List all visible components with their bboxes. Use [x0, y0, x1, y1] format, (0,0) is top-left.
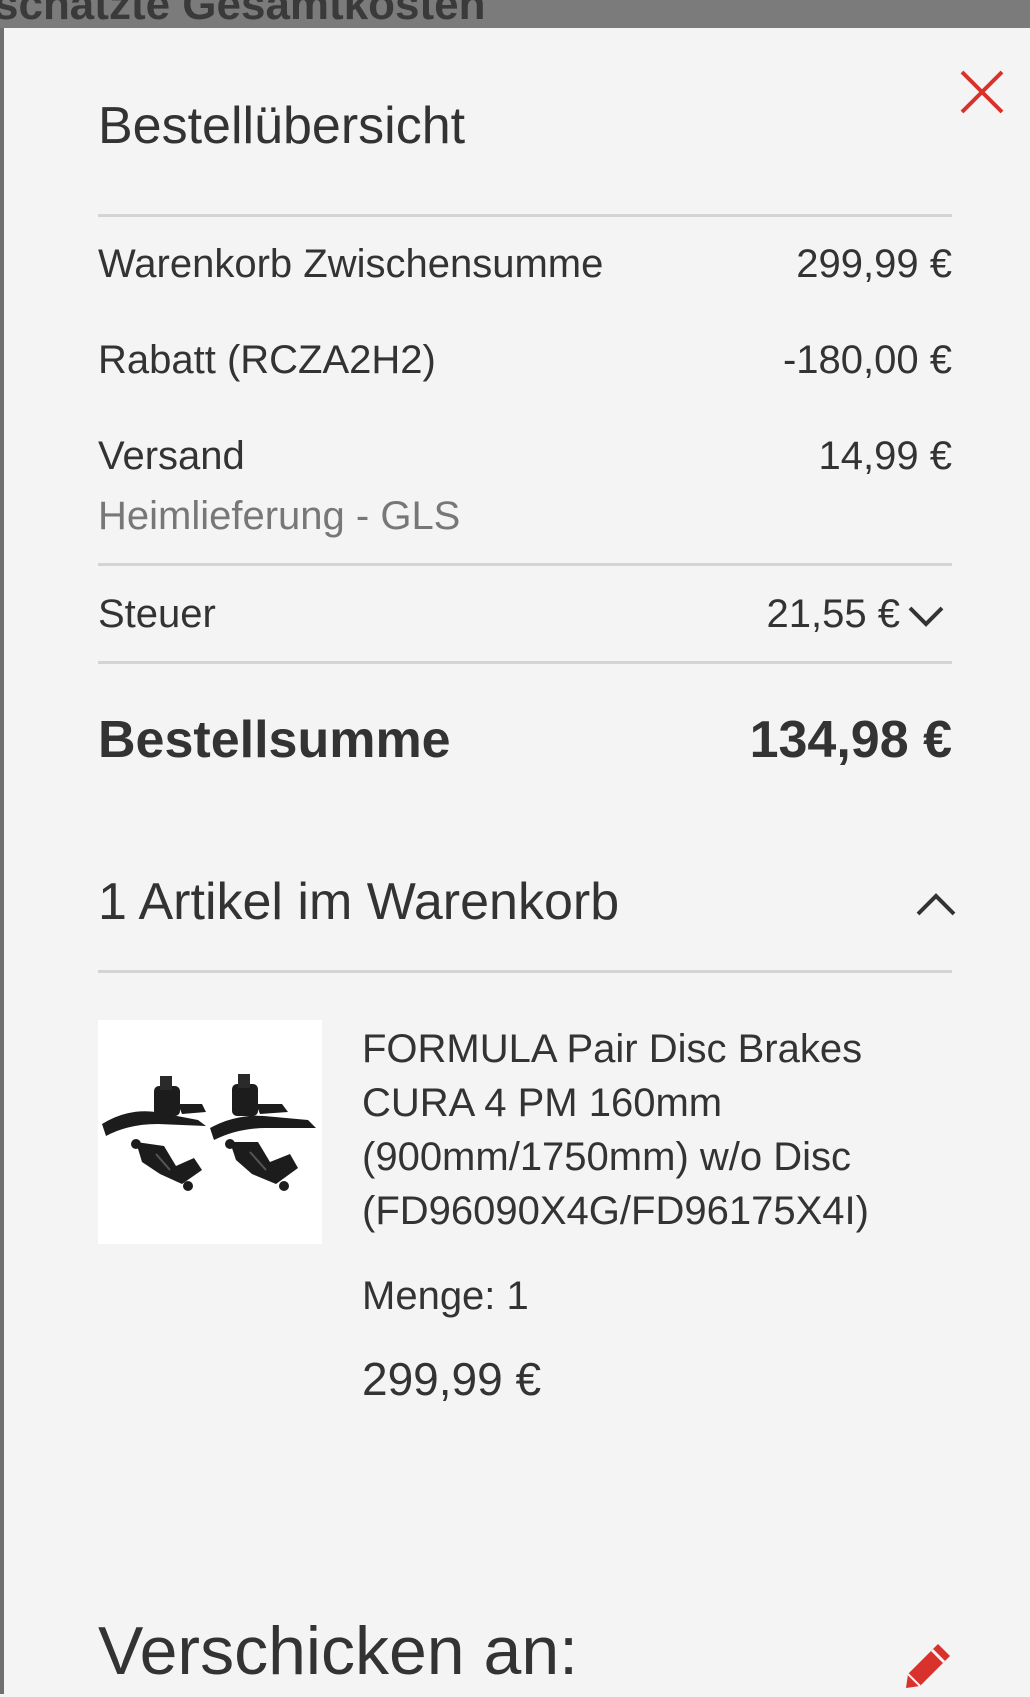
shipping-method: Heimlieferung - GLS — [98, 494, 461, 538]
product-image[interactable] — [98, 1020, 322, 1244]
order-total-value: 134,98 € — [749, 711, 952, 769]
edit-address-button[interactable] — [902, 1640, 954, 1692]
background-page-header: schätzte Gesamtkosten — [0, 0, 1030, 28]
divider — [98, 214, 952, 217]
chevron-up-icon — [916, 893, 956, 916]
tax-value: 21,55 € — [766, 592, 900, 636]
shipping-value: 14,99 € — [818, 434, 952, 478]
tax-row[interactable]: Steuer 21,55 € — [98, 568, 952, 664]
product-name[interactable]: FORMULA Pair Disc Brakes CURA 4 PM 160mm… — [362, 1022, 962, 1238]
discount-label: Rabatt (RCZA2H2) — [98, 338, 436, 382]
product-quantity: Menge: 1 — [362, 1274, 529, 1318]
divider — [98, 970, 952, 973]
cart-toggle-button[interactable] — [906, 876, 966, 932]
cart-heading[interactable]: 1 Artikel im Warenkorb — [98, 872, 619, 932]
shipping-label: Versand — [98, 434, 245, 478]
order-total-label: Bestellsumme — [98, 711, 451, 769]
subtotal-value: 299,99 € — [796, 242, 952, 286]
page-title: Bestellübersicht — [98, 97, 466, 155]
chevron-down-icon — [908, 606, 944, 627]
close-icon — [960, 70, 1004, 114]
disc-brakes-image — [102, 1074, 316, 1191]
divider — [98, 661, 952, 664]
subtotal-label: Warenkorb Zwischensumme — [98, 242, 604, 286]
tax-label: Steuer — [98, 592, 216, 636]
background-title: schätzte Gesamtkosten — [0, 0, 486, 28]
discount-value: -180,00 € — [782, 338, 952, 382]
divider — [98, 563, 952, 566]
close-button[interactable] — [956, 66, 1008, 118]
product-price: 299,99 € — [362, 1353, 542, 1405]
pencil-icon — [906, 1644, 950, 1688]
ship-to-heading: Verschicken an: — [98, 1613, 579, 1689]
